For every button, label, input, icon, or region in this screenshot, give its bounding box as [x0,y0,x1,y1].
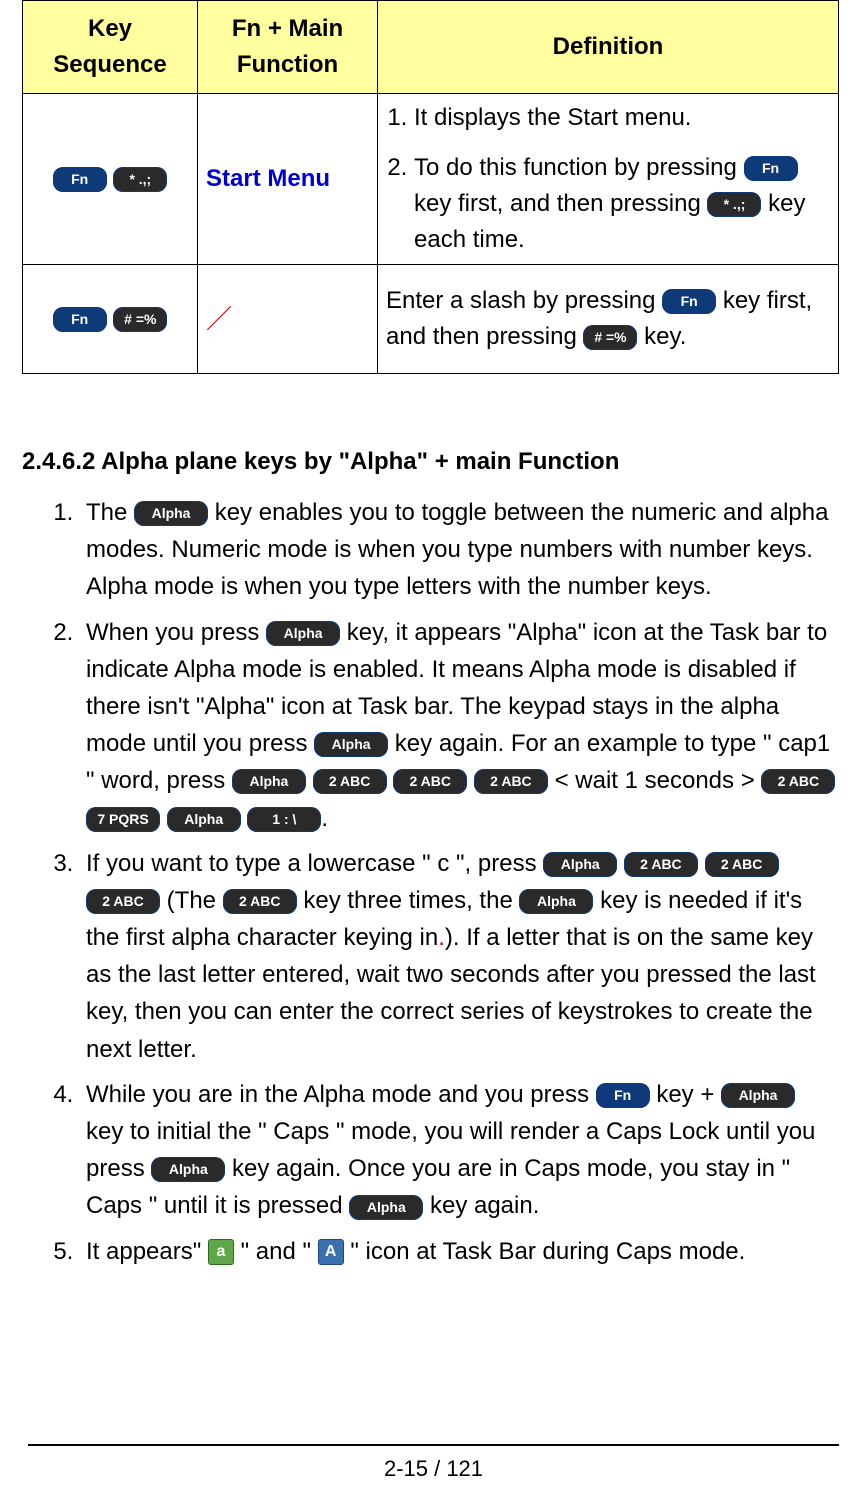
text: Enter a slash by pressing [386,287,662,314]
alpha-key-icon: Alpha [232,769,306,794]
fn-key-icon: Fn [53,167,107,192]
text: If you want to type a lowercase " c ", p… [86,850,543,877]
alpha-key-icon: Alpha [519,889,593,914]
two-abc-key-icon: 2 ABC [624,852,698,877]
th-main-function: Fn + Main Function [198,1,378,94]
alpha-lowercase-icon [208,1239,234,1265]
text: key again. [430,1192,539,1219]
star-key-icon: * .,; [707,192,761,217]
text: < wait 1 seconds > [555,767,762,794]
two-abc-key-icon: 2 ABC [313,769,387,794]
start-menu-label: Start Menu [206,165,330,192]
page: Key Sequence Fn + Main Function Definiti… [0,0,867,1510]
table-row: Fn * .,; Start Menu It displays the Star… [23,94,839,265]
text: (The [167,887,223,914]
list-item: While you are in the Alpha mode and you … [80,1076,839,1225]
table-row: Fn # =% ／ Enter a slash by pressing Fn k… [23,265,839,374]
body-list: The Alpha key enables you to toggle betw… [22,494,839,1270]
cell-main-function: Start Menu [198,94,378,265]
cell-key-sequence: Fn # =% [23,265,198,374]
two-abc-key-icon: 2 ABC [223,889,297,914]
alpha-key-icon: Alpha [543,852,617,877]
text: . [321,805,328,832]
fn-key-icon: Fn [662,289,716,314]
text: key + [656,1081,721,1108]
definition-item: It displays the Start menu. [414,100,830,136]
th-definition: Definition [378,1,839,94]
page-number: 2-15 / 121 [0,1456,867,1482]
fn-key-icon: Fn [53,307,107,332]
list-item: It appears" " and " " icon at Task Bar d… [80,1233,839,1270]
key-function-table: Key Sequence Fn + Main Function Definiti… [22,0,839,374]
star-key-icon: * .,; [113,167,167,192]
alpha-key-icon: Alpha [314,732,388,757]
red-period: . [438,924,445,951]
text: key three times, the [303,887,519,914]
list-item: When you press Alpha key, it appears "Al… [80,614,839,837]
list-item: If you want to type a lowercase " c ", p… [80,845,839,1068]
text: To do this function by pressing [414,154,744,181]
alpha-uppercase-icon [318,1239,344,1265]
text: It appears" [86,1238,208,1265]
hash-key-icon: # =% [113,307,167,332]
cell-definition: It displays the Start menu. To do this f… [378,94,839,265]
fn-key-icon: Fn [596,1083,650,1108]
alpha-key-icon: Alpha [721,1083,795,1108]
footer-divider [28,1444,839,1446]
text: When you press [86,619,266,646]
alpha-key-icon: Alpha [134,501,208,526]
alpha-key-icon: Alpha [349,1195,423,1220]
alpha-key-icon: Alpha [266,621,340,646]
text: The [86,499,134,526]
cell-main-function: ／ [198,265,378,374]
two-abc-key-icon: 2 ABC [393,769,467,794]
text: While you are in the Alpha mode and you … [86,1081,596,1108]
definition-item: To do this function by pressing Fn key f… [414,150,830,258]
text: key. [644,323,686,350]
cell-definition: Enter a slash by pressing Fn key first, … [378,265,839,374]
one-key-icon: 1 : \ [247,807,321,832]
two-abc-key-icon: 2 ABC [86,889,160,914]
text: " and " [241,1238,318,1265]
text: key first, and then pressing [414,190,707,217]
seven-pqrs-key-icon: 7 PQRS [86,807,160,832]
two-abc-key-icon: 2 ABC [474,769,548,794]
text: " icon at Task Bar during Caps mode. [350,1238,745,1265]
two-abc-key-icon: 2 ABC [705,852,779,877]
list-item: The Alpha key enables you to toggle betw… [80,494,839,606]
alpha-key-icon: Alpha [167,807,241,832]
section-heading: 2.4.6.2 Alpha plane keys by "Alpha" + ma… [22,448,839,476]
hash-key-icon: # =% [583,325,637,350]
fn-key-icon: Fn [744,156,798,181]
two-abc-key-icon: 2 ABC [761,769,835,794]
cell-key-sequence: Fn * .,; [23,94,198,265]
alpha-key-icon: Alpha [151,1157,225,1182]
slash-label: ／ [206,304,232,334]
th-key-sequence: Key Sequence [23,1,198,94]
